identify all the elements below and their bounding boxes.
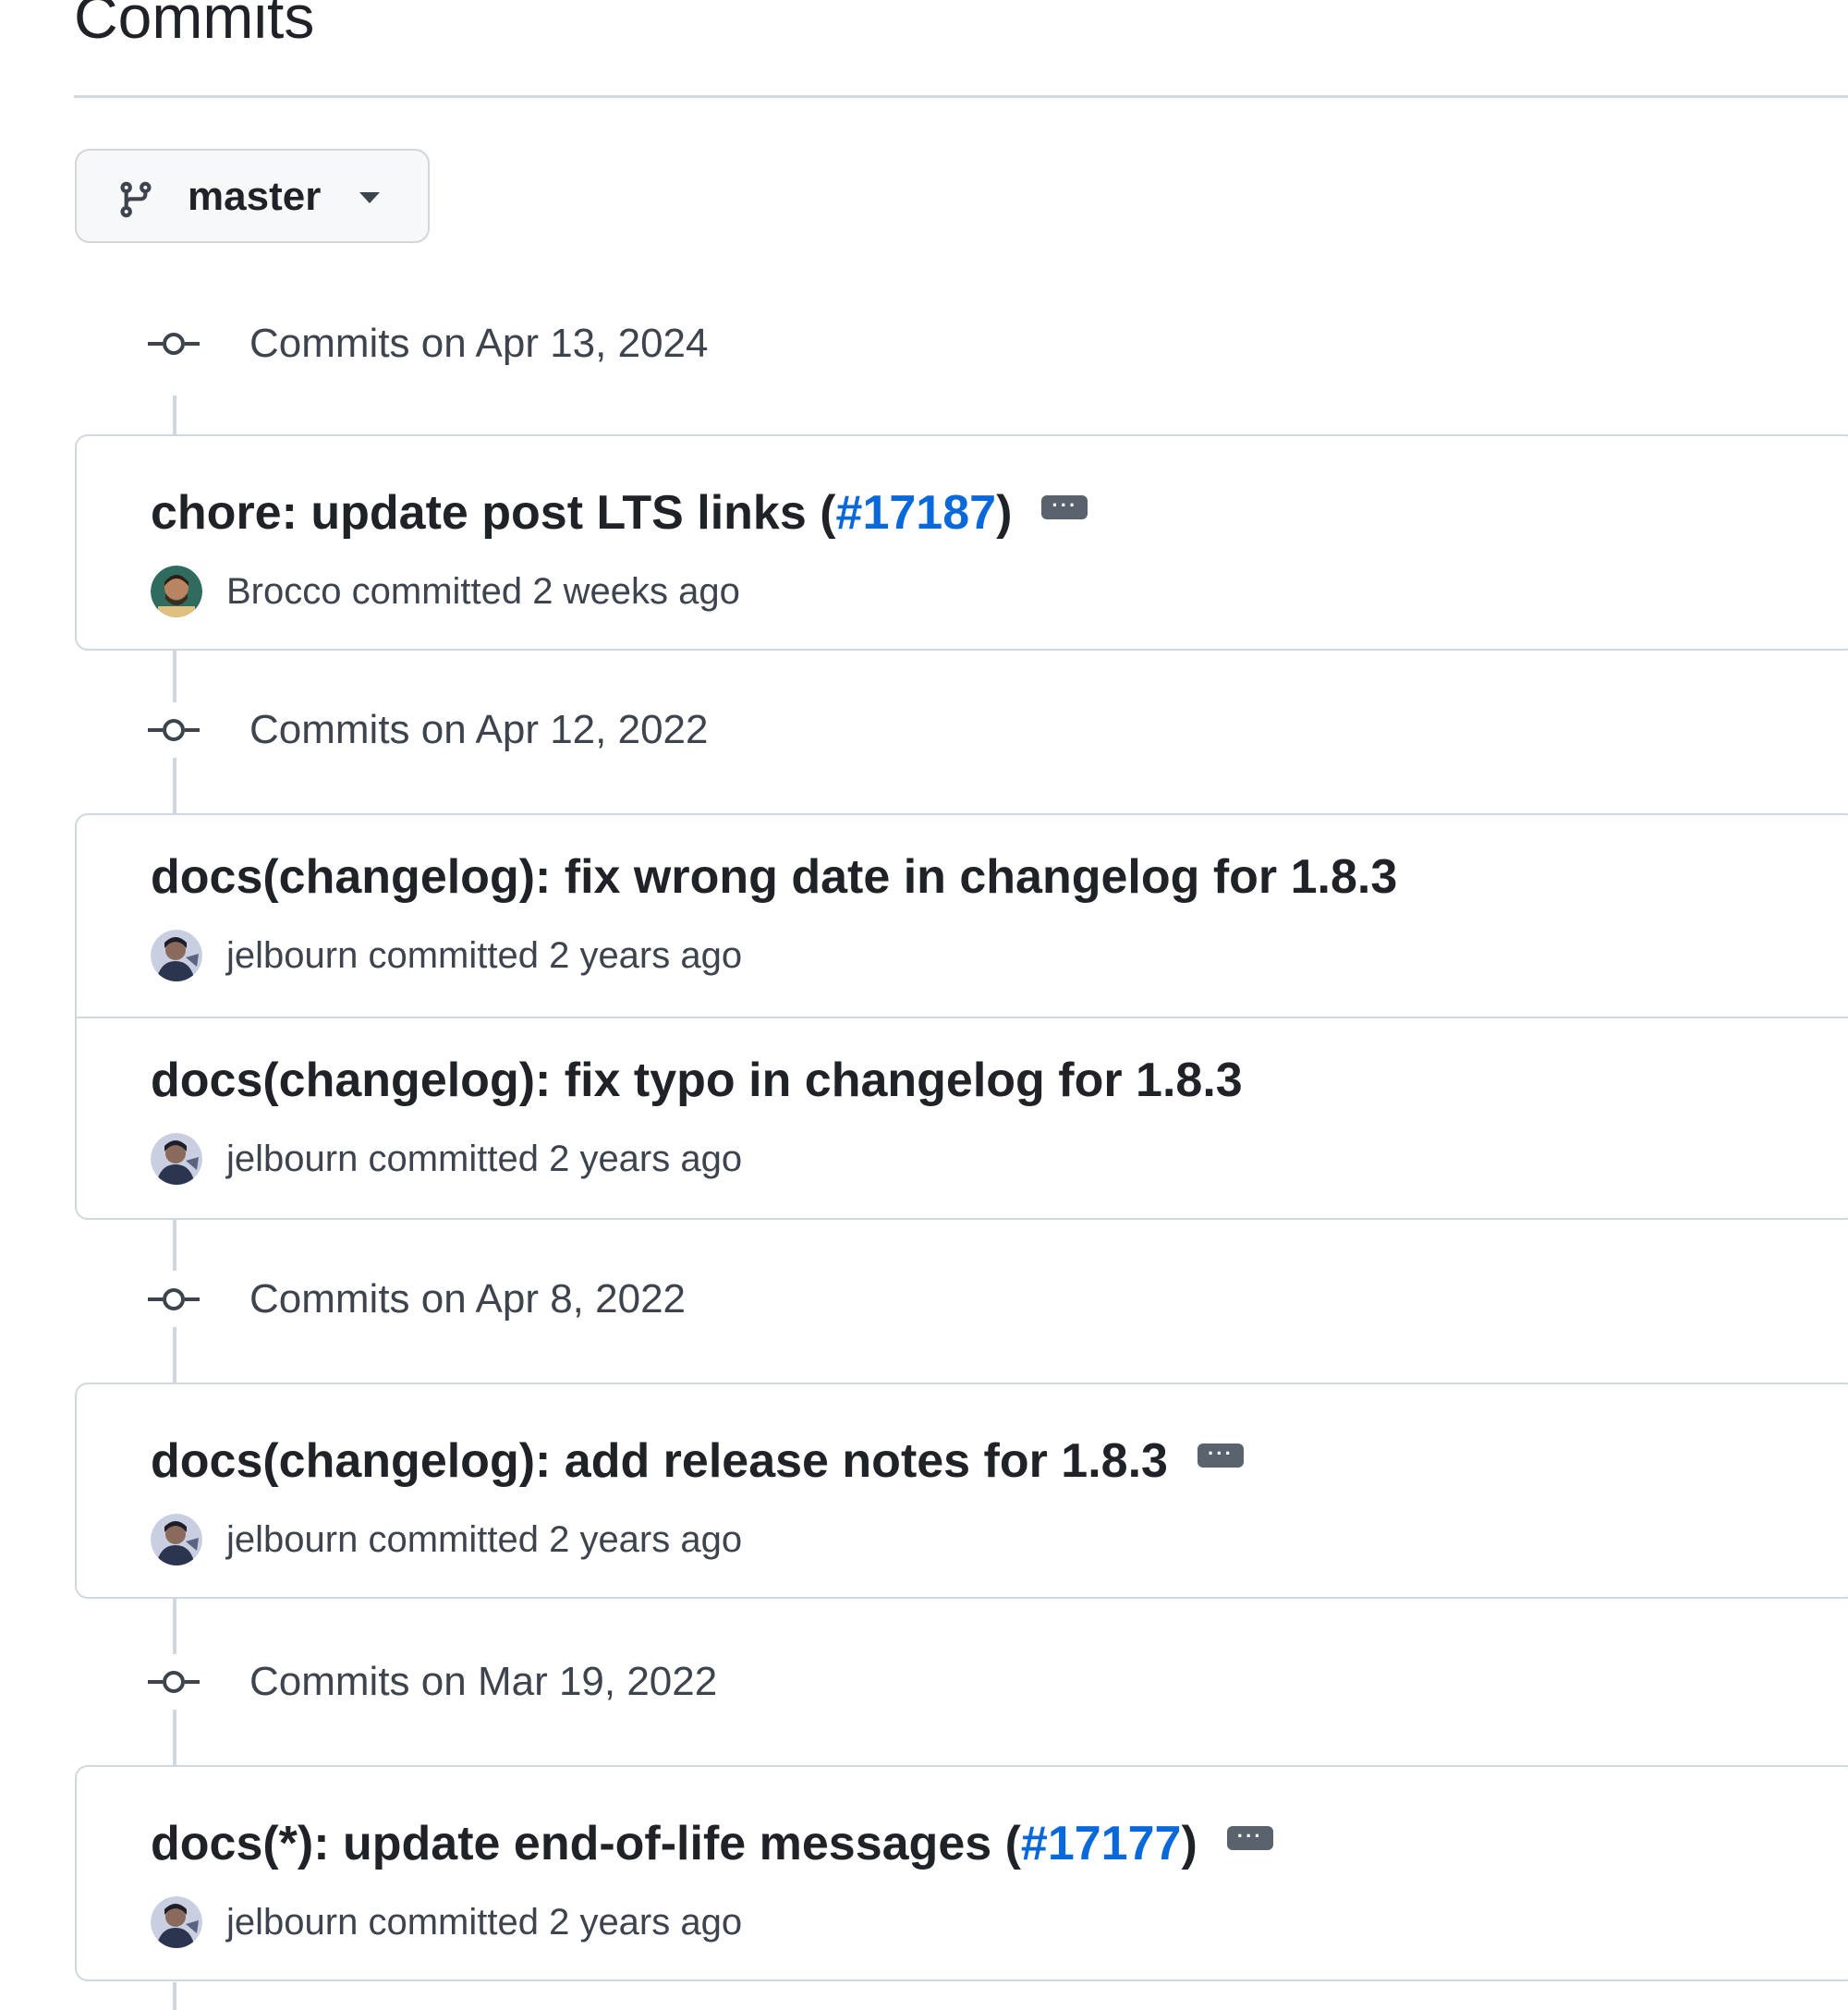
expand-message-button[interactable]: ··· [1041, 495, 1088, 519]
expand-message-button[interactable]: ··· [1226, 1824, 1273, 1850]
git-commit-icon [148, 1288, 200, 1310]
timeline-line [173, 1327, 176, 1383]
commit-title[interactable]: docs(changelog): fix typo in changelog f… [151, 1050, 1243, 1111]
expand-message-button[interactable]: ··· [1197, 1442, 1244, 1468]
avatar[interactable] [151, 930, 202, 981]
commits-page: Commits master Commits on Apr 13, 2024 c… [0, 0, 1848, 2010]
commit-meta-text: Brocco committed 2 weeks ago [226, 571, 740, 612]
triangle-down-icon [359, 192, 380, 203]
commit-group: chore: update post LTS links (#17187) ···… [75, 434, 1848, 651]
commit-meta-text: jelbourn committed 2 years ago [226, 1519, 743, 1560]
commit-row: docs(changelog): add release notes for 1… [77, 1384, 1848, 1597]
branch-name: master [188, 174, 322, 219]
author-name[interactable]: Brocco [226, 571, 342, 612]
page-title: Commits [74, 0, 315, 51]
relative-time: 2 years ago [549, 1902, 743, 1943]
git-commit-icon [148, 1671, 200, 1693]
commit-meta-text: jelbourn committed 2 years ago [226, 935, 743, 976]
git-commit-icon [148, 719, 200, 741]
avatar[interactable] [151, 566, 202, 617]
git-commit-icon [148, 333, 200, 355]
pr-link[interactable]: #17187 [836, 486, 997, 540]
timeline-line [173, 1982, 176, 2010]
timeline-line [173, 396, 176, 434]
date-label: Commits on Mar 19, 2022 [249, 1659, 718, 1704]
timeline-line [173, 758, 176, 813]
commit-row: docs(changelog): fix typo in changelog f… [77, 1017, 1848, 1218]
timeline-line [173, 1599, 176, 1654]
commit-title[interactable]: docs(*): update end-of-life messages (#1… [151, 1813, 1273, 1874]
commit-title[interactable]: docs(changelog): add release notes for 1… [151, 1431, 1244, 1492]
commit-group: docs(changelog): fix wrong date in chang… [75, 813, 1848, 1220]
title-divider [74, 95, 1848, 98]
avatar[interactable] [151, 1514, 202, 1565]
date-label: Commits on Apr 12, 2022 [249, 707, 709, 752]
relative-time: 2 weeks ago [532, 571, 740, 612]
author-name[interactable]: jelbourn [226, 1902, 358, 1943]
git-branch-icon [120, 181, 152, 218]
commit-group: docs(changelog): add release notes for 1… [75, 1383, 1848, 1599]
pr-link[interactable]: #17177 [1021, 1817, 1182, 1870]
timeline-line [173, 647, 176, 702]
commit-row: docs(*): update end-of-life messages (#1… [77, 1767, 1848, 1980]
commit-row: chore: update post LTS links (#17187) ···… [77, 436, 1848, 649]
commit-group: docs(*): update end-of-life messages (#1… [75, 1765, 1848, 1981]
branch-selector-button[interactable]: master [75, 149, 430, 243]
author-name[interactable]: jelbourn [226, 1519, 358, 1560]
timeline-line [173, 1215, 176, 1271]
relative-time: 2 years ago [549, 1519, 743, 1560]
relative-time: 2 years ago [549, 1139, 743, 1179]
commit-title[interactable]: docs(changelog): fix wrong date in chang… [151, 847, 1397, 908]
commit-meta-text: jelbourn committed 2 years ago [226, 1139, 743, 1179]
author-name[interactable]: jelbourn [226, 1139, 358, 1179]
author-name[interactable]: jelbourn [226, 935, 358, 976]
ellipsis-icon: ··· [1236, 1824, 1263, 1847]
avatar[interactable] [151, 1896, 202, 1948]
timeline-line [173, 1710, 176, 1765]
avatar[interactable] [151, 1133, 202, 1185]
commit-row: docs(changelog): fix wrong date in chang… [77, 815, 1848, 1017]
date-label: Commits on Apr 13, 2024 [249, 321, 709, 366]
date-label: Commits on Apr 8, 2022 [249, 1276, 687, 1322]
commit-title[interactable]: chore: update post LTS links (#17187) ··· [151, 482, 1088, 543]
commit-meta-text: jelbourn committed 2 years ago [226, 1902, 743, 1943]
relative-time: 2 years ago [549, 935, 743, 976]
ellipsis-icon: ··· [1207, 1442, 1234, 1465]
ellipsis-icon: ··· [1052, 493, 1078, 517]
